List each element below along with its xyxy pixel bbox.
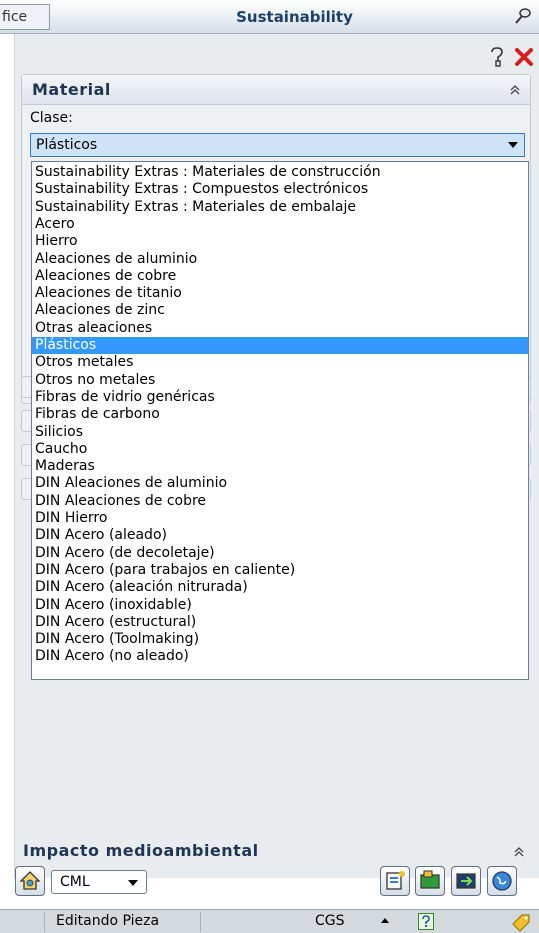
- pin-icon[interactable]: [513, 6, 533, 26]
- class-dropdown-list[interactable]: Sustainability Extras : Materiales de co…: [31, 161, 529, 680]
- class-option[interactable]: Otras aleaciones: [32, 320, 528, 337]
- class-option[interactable]: DIN Aleaciones de cobre: [32, 493, 528, 510]
- class-option[interactable]: Aleaciones de titanio: [32, 285, 528, 302]
- class-option[interactable]: DIN Acero (de decoletaje): [32, 545, 528, 562]
- class-option[interactable]: Plásticos: [32, 337, 528, 355]
- class-option[interactable]: Aleaciones de aluminio: [32, 251, 528, 268]
- class-option[interactable]: DIN Hierro: [32, 510, 528, 527]
- class-option[interactable]: DIN Acero (aleación nitrurada): [32, 579, 528, 596]
- method-select[interactable]: CML: [51, 870, 147, 894]
- class-option[interactable]: DIN Acero (inoxidable): [32, 597, 528, 614]
- report-icon: [386, 871, 405, 890]
- class-option[interactable]: DIN Acero (Toolmaking): [32, 631, 528, 648]
- class-option[interactable]: Fibras de vidrio genéricas: [32, 389, 528, 406]
- class-option[interactable]: Aleaciones de zinc: [32, 302, 528, 319]
- class-option[interactable]: DIN Aleaciones de aluminio: [32, 475, 528, 492]
- chevron-down-icon[interactable]: [508, 142, 518, 148]
- class-option[interactable]: Silicios: [32, 424, 528, 441]
- class-option[interactable]: Sustainability Extras : Materiales de em…: [32, 199, 528, 216]
- export-button[interactable]: [415, 866, 445, 896]
- chevron-up-icon[interactable]: [381, 918, 389, 923]
- status-bar: Editando Pieza CGS: [0, 909, 539, 933]
- class-combobox-value: Plásticos: [36, 137, 98, 153]
- status-separator: [44, 912, 45, 932]
- home-icon: [19, 871, 41, 890]
- help-icon[interactable]: [418, 913, 434, 930]
- status-mode: Editando Pieza: [56, 913, 160, 929]
- class-option[interactable]: DIN Acero (aleado): [32, 527, 528, 544]
- globe-icon: [492, 871, 512, 891]
- close-icon[interactable]: [514, 46, 534, 68]
- window-title: Sustainability: [236, 8, 353, 26]
- status-units[interactable]: CGS: [315, 913, 345, 929]
- class-option[interactable]: DIN Acero (estructural): [32, 614, 528, 631]
- office-tab[interactable]: fice: [0, 4, 50, 30]
- class-option[interactable]: Fibras de carbono: [32, 406, 528, 423]
- help-icon[interactable]: [488, 46, 506, 68]
- impact-section-title: Impacto medioambiental: [23, 841, 259, 860]
- material-section-header[interactable]: Material: [22, 75, 530, 105]
- class-label: Clase:: [30, 110, 73, 126]
- material-section-title: Material: [32, 80, 111, 99]
- class-option[interactable]: Sustainability Extras : Compuestos elect…: [32, 181, 528, 198]
- title-bar: fice Sustainability: [0, 0, 539, 34]
- method-select-value: CML: [60, 874, 90, 890]
- class-option[interactable]: Acero: [32, 216, 528, 233]
- export-icon: [420, 870, 440, 889]
- status-separator: [200, 912, 201, 932]
- import-button[interactable]: [451, 866, 481, 896]
- impact-toolbar: CML: [0, 866, 539, 904]
- class-option[interactable]: Maderas: [32, 458, 528, 475]
- class-option[interactable]: Caucho: [32, 441, 528, 458]
- collapse-icon[interactable]: [512, 845, 526, 859]
- class-option[interactable]: DIN Acero (para trabajos en caliente): [32, 562, 528, 579]
- class-option[interactable]: Otros metales: [32, 354, 528, 371]
- collapse-icon[interactable]: [508, 83, 522, 97]
- tag-icon[interactable]: [510, 912, 532, 932]
- globe-button[interactable]: [487, 866, 517, 896]
- report-button[interactable]: [380, 866, 410, 896]
- home-button[interactable]: [15, 866, 45, 896]
- class-combobox[interactable]: Plásticos: [30, 133, 525, 157]
- class-option[interactable]: Hierro: [32, 233, 528, 250]
- class-option[interactable]: DIN Acero (no aleado): [32, 648, 528, 665]
- class-option[interactable]: Sustainability Extras : Materiales de co…: [32, 164, 528, 181]
- class-option[interactable]: Otros no metales: [32, 372, 528, 389]
- import-icon: [456, 873, 476, 889]
- class-option[interactable]: Aleaciones de cobre: [32, 268, 528, 285]
- chevron-down-icon[interactable]: [128, 880, 138, 886]
